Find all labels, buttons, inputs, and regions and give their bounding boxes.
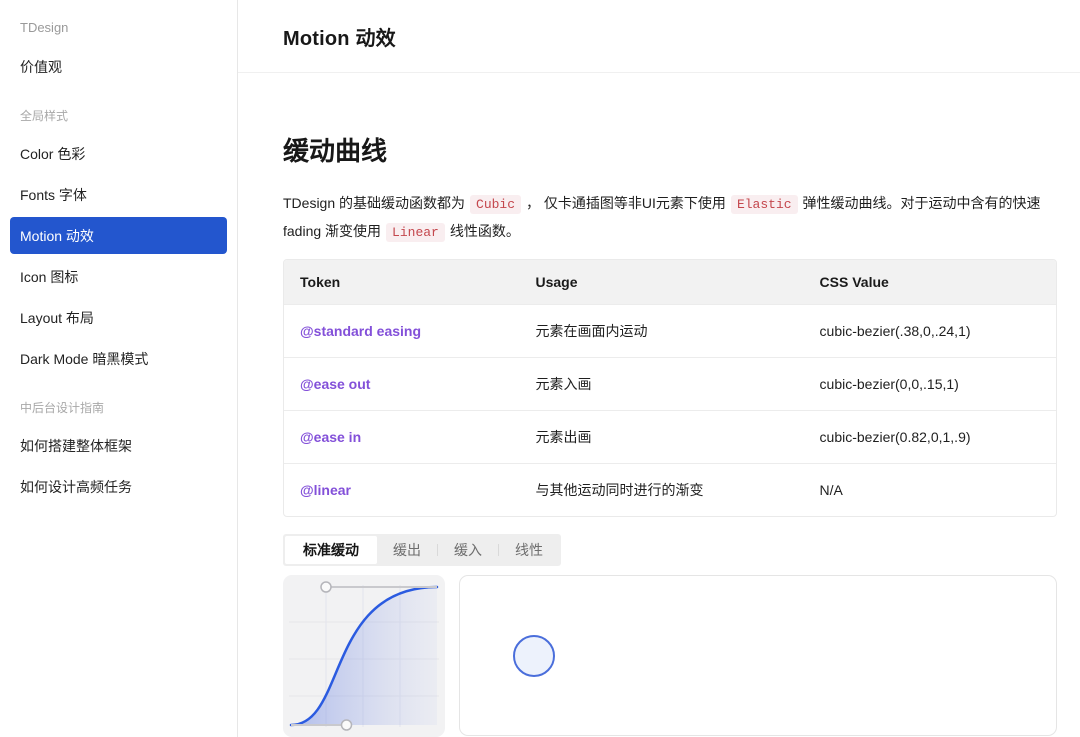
column-header-token: Token bbox=[284, 260, 519, 305]
code-elastic: Elastic bbox=[731, 195, 798, 214]
token-standard-easing: @standard easing bbox=[284, 305, 519, 358]
css-value-cell: N/A bbox=[804, 464, 1056, 517]
usage-cell: 元素在画面内运动 bbox=[519, 305, 803, 358]
intro-text-1: TDesign 的基础缓动函数都为 bbox=[283, 195, 465, 211]
table-row: @ease in 元素出画 cubic-bezier(0.82,0,1,.9) bbox=[284, 411, 1056, 464]
sidebar-item-icon[interactable]: Icon 图标 bbox=[0, 256, 237, 297]
column-header-css-value: CSS Value bbox=[804, 260, 1056, 305]
table-row: @linear 与其他运动同时进行的渐变 N/A bbox=[284, 464, 1056, 517]
tab-ease-in[interactable]: 缓入 bbox=[438, 536, 498, 564]
usage-cell: 元素入画 bbox=[519, 358, 803, 411]
control-handle-top[interactable] bbox=[321, 582, 331, 592]
table-row: @standard easing 元素在画面内运动 cubic-bezier(.… bbox=[284, 305, 1056, 358]
easing-tabs: 标准缓动 缓出 缓入 线性 bbox=[283, 534, 561, 566]
css-value-cell: cubic-bezier(0.82,0,1,.9) bbox=[804, 411, 1056, 464]
intro-paragraph: TDesign 的基础缓动函数都为 Cubic ， 仅卡通插图等非UI元素下使用 El… bbox=[283, 190, 1057, 246]
tdesign-logo[interactable]: TDesign bbox=[0, 12, 237, 46]
table-header-row: Token Usage CSS Value bbox=[284, 260, 1056, 305]
sidebar: TDesign 价值观 全局样式 Color 色彩 Fonts 字体 Motio… bbox=[0, 0, 238, 737]
token-linear: @linear bbox=[284, 464, 519, 517]
usage-cell: 元素出画 bbox=[519, 411, 803, 464]
column-header-usage: Usage bbox=[519, 260, 803, 305]
animation-stage bbox=[459, 575, 1057, 736]
table-row: @ease out 元素入画 cubic-bezier(0,0,.15,1) bbox=[284, 358, 1056, 411]
sidebar-section-global-styles: 全局样式 bbox=[0, 95, 237, 133]
tdesign-docs-page: TDesign 价值观 全局样式 Color 色彩 Fonts 字体 Motio… bbox=[0, 0, 1080, 737]
code-cubic: Cubic bbox=[470, 195, 521, 214]
sidebar-item-dark-mode[interactable]: Dark Mode 暗黑模式 bbox=[0, 338, 237, 379]
sidebar-item-framework-guide[interactable]: 如何搭建整体框架 bbox=[0, 425, 237, 466]
css-value-cell: cubic-bezier(.38,0,.24,1) bbox=[804, 305, 1056, 358]
sidebar-item-tasks-guide[interactable]: 如何设计高频任务 bbox=[0, 466, 237, 507]
token-ease-in: @ease in bbox=[284, 411, 519, 464]
code-linear: Linear bbox=[386, 223, 445, 242]
animation-ball bbox=[513, 635, 555, 677]
token-ease-out: @ease out bbox=[284, 358, 519, 411]
usage-cell: 与其他运动同时进行的渐变 bbox=[519, 464, 803, 517]
page-title: Motion 动效 bbox=[283, 22, 396, 51]
bezier-curve-graph bbox=[283, 575, 445, 737]
curve-area-fill bbox=[291, 587, 437, 725]
page-header: Motion 动效 bbox=[238, 0, 1080, 73]
intro-text-2: ， 仅卡通插图等非UI元素下使用 bbox=[526, 195, 726, 211]
sidebar-section-admin-guide: 中后台设计指南 bbox=[0, 387, 237, 425]
sidebar-item-layout[interactable]: Layout 布局 bbox=[0, 297, 237, 338]
tab-standard-easing[interactable]: 标准缓动 bbox=[285, 536, 377, 564]
sidebar-item-values[interactable]: 价值观 bbox=[0, 46, 237, 87]
tab-ease-out[interactable]: 缓出 bbox=[377, 536, 437, 564]
easing-table: Token Usage CSS Value @standard easing 元… bbox=[283, 259, 1057, 517]
content-body: 缓动曲线 TDesign 的基础缓动函数都为 Cubic ， 仅卡通插图等非UI元素… bbox=[238, 73, 1080, 737]
css-value-cell: cubic-bezier(0,0,.15,1) bbox=[804, 358, 1056, 411]
main-content: Motion 动效 缓动曲线 TDesign 的基础缓动函数都为 Cubic ， 仅… bbox=[238, 0, 1080, 737]
sidebar-item-fonts[interactable]: Fonts 字体 bbox=[0, 174, 237, 215]
intro-text-4: 线性函数。 bbox=[450, 223, 520, 239]
sidebar-item-color[interactable]: Color 色彩 bbox=[0, 133, 237, 174]
bezier-curve-editor bbox=[283, 575, 445, 737]
sidebar-item-motion[interactable]: Motion 动效 bbox=[10, 217, 227, 254]
section-title-easing-curves: 缓动曲线 bbox=[283, 131, 1057, 168]
easing-demo bbox=[283, 575, 1057, 737]
control-handle-bottom[interactable] bbox=[342, 720, 352, 730]
tab-linear[interactable]: 线性 bbox=[499, 536, 559, 564]
